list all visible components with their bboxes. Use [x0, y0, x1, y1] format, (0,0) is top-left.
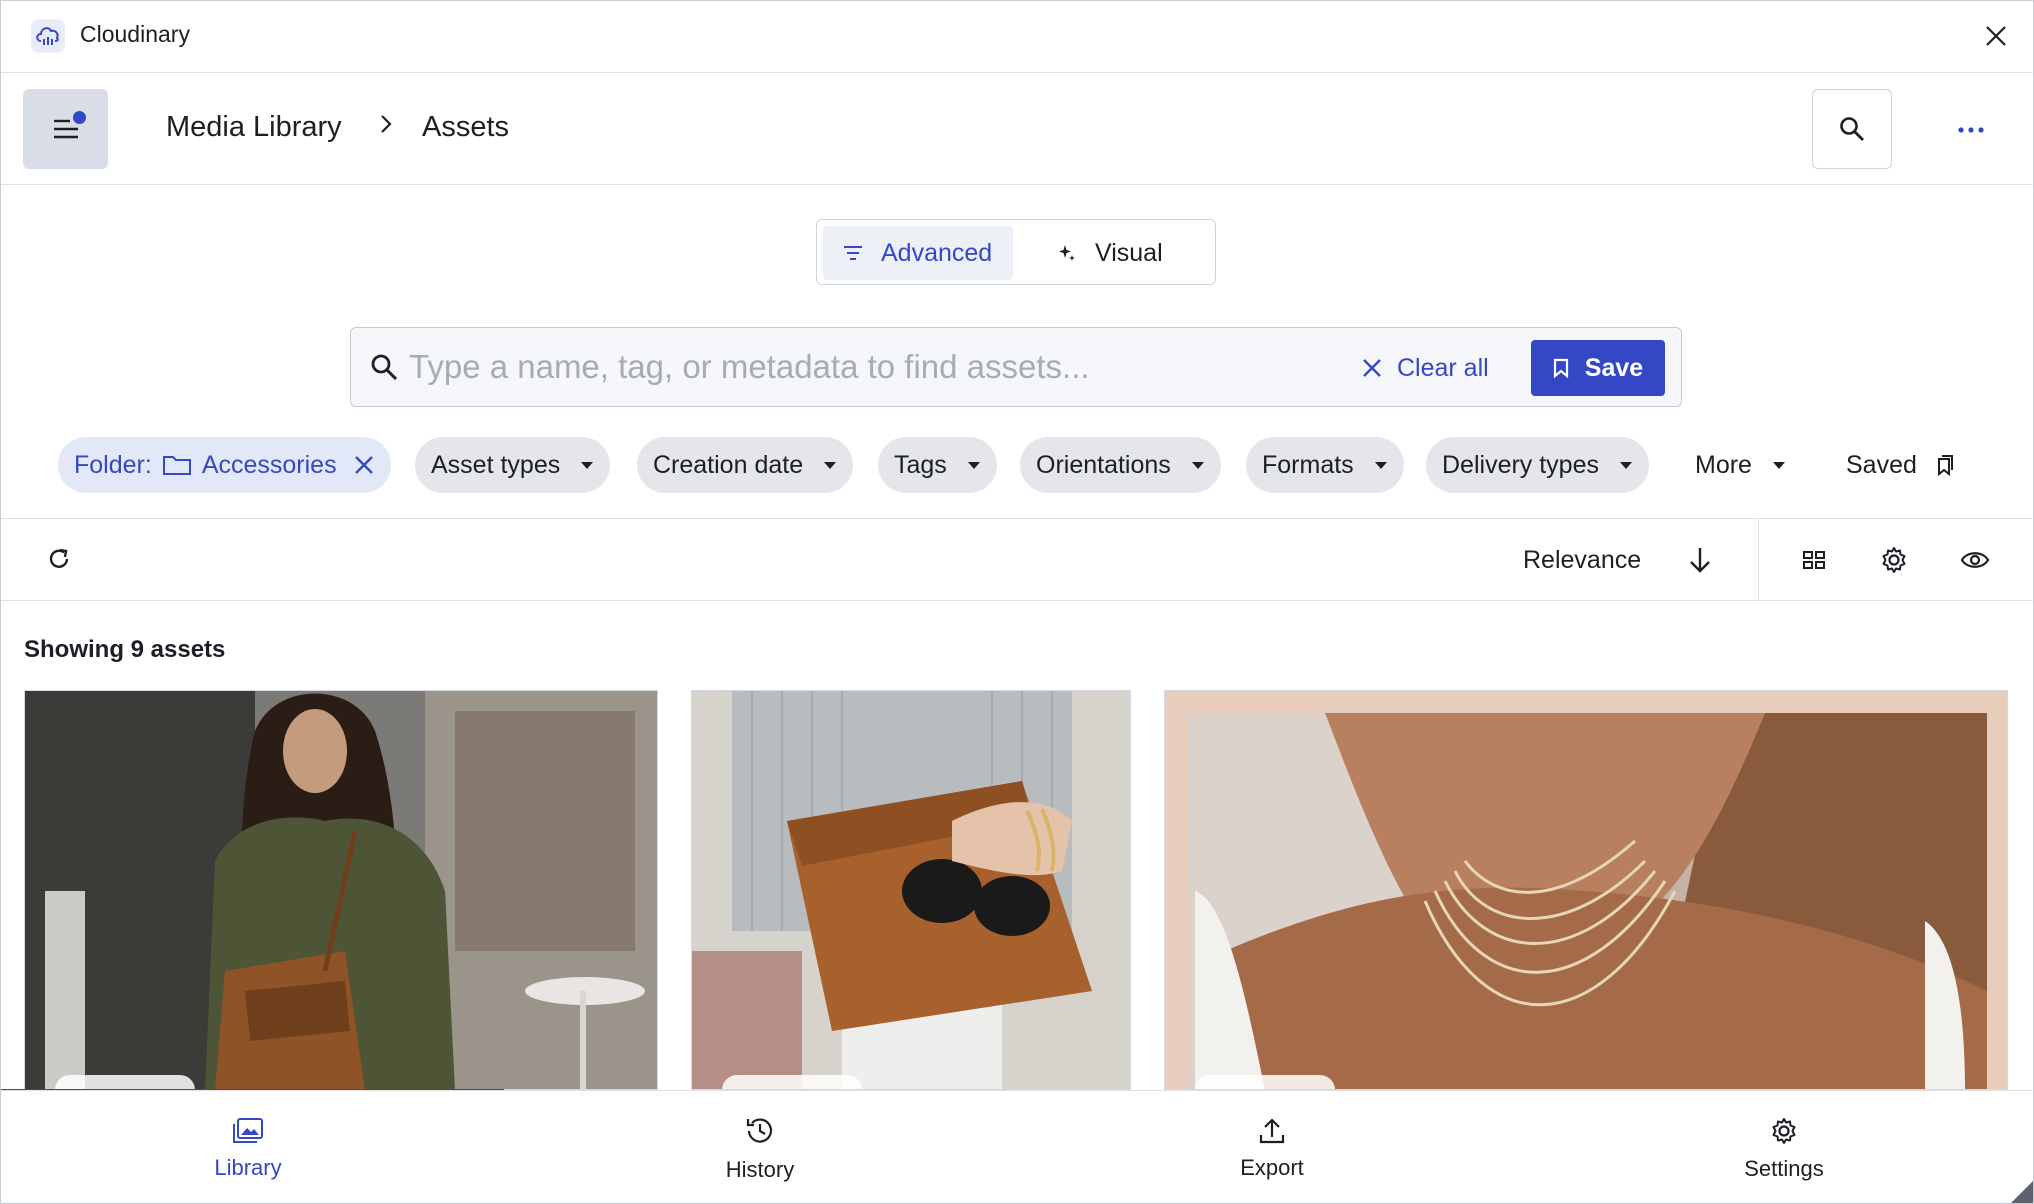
more-filters-button[interactable]: More: [1679, 437, 1802, 493]
chip-label: Creation date: [653, 450, 804, 479]
nav-history[interactable]: History: [610, 1091, 910, 1203]
nav-settings[interactable]: Settings: [1634, 1091, 1934, 1203]
asset-search-bar: Clear all Save: [350, 327, 1682, 407]
search-mode-toggle: Advanced Visual: [816, 219, 1216, 285]
chip-label: Orientations: [1036, 450, 1171, 479]
bottom-navigation: Library History Export Settings: [1, 1090, 2034, 1204]
caret-down-icon: [1374, 462, 1387, 469]
advanced-label: Advanced: [881, 238, 993, 267]
more-label: More: [1695, 450, 1752, 479]
caret-down-icon: [967, 462, 980, 469]
asset-thumbnail[interactable]: [24, 690, 658, 1090]
breadcrumb-assets: Assets: [422, 111, 510, 143]
close-icon: [1363, 359, 1381, 377]
more-options-button[interactable]: [1946, 105, 1996, 155]
app-window: Cloudinary Media Library Assets Advanced…: [0, 0, 2034, 1204]
asset-thumbnail[interactable]: [1164, 690, 2008, 1090]
nav-library[interactable]: Library: [98, 1091, 398, 1203]
page-header: Media Library Assets: [1, 73, 2033, 185]
remove-folder-filter-icon[interactable]: [353, 454, 375, 476]
gear-icon: [1772, 1117, 1796, 1144]
library-icon: [233, 1117, 263, 1143]
gear-icon[interactable]: [1875, 541, 1913, 579]
caret-down-icon: [824, 462, 837, 469]
chip-label: Asset types: [431, 450, 561, 479]
delivery-types-filter[interactable]: Delivery types: [1426, 437, 1649, 493]
chip-label: Formats: [1262, 450, 1354, 479]
nav-library-label: Library: [214, 1154, 282, 1180]
close-icon[interactable]: [1977, 17, 2015, 55]
chip-label: Delivery types: [1442, 450, 1599, 479]
search-icon: [371, 354, 398, 381]
caret-down-icon: [581, 462, 594, 469]
layered-necklaces-image: [1165, 691, 2007, 1089]
formats-filter[interactable]: Formats: [1246, 437, 1404, 493]
asset-thumbnail[interactable]: [691, 690, 1131, 1090]
nav-export-label: Export: [1240, 1154, 1304, 1180]
clear-all-label: Clear all: [1397, 353, 1489, 382]
save-label: Save: [1584, 353, 1644, 382]
creation-date-filter[interactable]: Creation date: [637, 437, 854, 493]
saved-label: Saved: [1846, 450, 1917, 479]
orientations-filter[interactable]: Orientations: [1020, 437, 1221, 493]
more-icon: [1958, 127, 1984, 133]
clear-all-button[interactable]: Clear all: [1361, 342, 1489, 394]
refresh-icon[interactable]: [41, 541, 77, 577]
thumbnail-badge: [1195, 1075, 1335, 1089]
chip-label: Tags: [894, 450, 947, 479]
filter-chips-row: Folder: Accessories Asset types Creation…: [1, 437, 2033, 493]
chevron-right-icon: [375, 113, 397, 140]
results-count: Showing 9 assets: [24, 636, 226, 663]
asset-types-filter[interactable]: Asset types: [415, 437, 611, 493]
caret-down-icon: [1191, 462, 1204, 469]
bookmark-icon: [1937, 455, 1953, 476]
folder-prefix: Folder:: [74, 450, 152, 479]
app-title: Cloudinary: [80, 21, 190, 47]
header-search-button[interactable]: [1812, 89, 1892, 169]
cloud-logo-icon: [31, 19, 65, 53]
tags-filter[interactable]: Tags: [878, 437, 997, 493]
menu-button[interactable]: [23, 89, 108, 169]
caret-down-icon: [1620, 462, 1632, 469]
history-icon: [746, 1117, 773, 1143]
eye-icon[interactable]: [1956, 541, 1994, 579]
title-bar: Cloudinary: [1, 1, 2033, 73]
breadcrumb-media-library[interactable]: Media Library: [166, 111, 342, 144]
bookmark-icon: [1553, 358, 1568, 378]
folder-filter-chip[interactable]: Folder: Accessories: [58, 437, 391, 493]
thumbnail-badge: [55, 1075, 195, 1089]
filter-icon: [844, 246, 862, 260]
saved-searches-button[interactable]: Saved: [1830, 437, 1971, 493]
sparkle-icon: [1059, 245, 1075, 261]
nav-settings-label: Settings: [1744, 1155, 1824, 1181]
grid-icon[interactable]: [1795, 541, 1833, 579]
export-icon: [1259, 1117, 1285, 1143]
advanced-mode-button[interactable]: Advanced: [823, 226, 1013, 280]
notification-dot: [73, 111, 86, 124]
arrow-down-icon[interactable]: [1681, 541, 1719, 579]
visual-label: Visual: [1095, 238, 1163, 267]
leather-clutch-with-sunglasses-image: [692, 691, 1130, 1089]
sort-by-dropdown[interactable]: Relevance: [1523, 546, 1641, 575]
woman-with-leather-bag-image: [25, 691, 657, 1089]
resize-grip-icon[interactable]: [2005, 1175, 2034, 1204]
results-toolbar: Relevance: [1, 519, 2033, 601]
folder-name: Accessories: [201, 450, 337, 479]
nav-history-label: History: [725, 1156, 795, 1182]
visual-mode-button[interactable]: Visual: [1047, 226, 1197, 280]
caret-down-icon: [1772, 462, 1785, 469]
nav-export[interactable]: Export: [1122, 1091, 1422, 1203]
folder-icon: [162, 456, 191, 475]
save-search-button[interactable]: Save: [1531, 340, 1665, 396]
toolbar-divider: [1758, 519, 1759, 601]
thumbnail-badge: [722, 1075, 862, 1089]
search-icon: [1840, 117, 1864, 141]
search-input[interactable]: [409, 340, 1309, 394]
